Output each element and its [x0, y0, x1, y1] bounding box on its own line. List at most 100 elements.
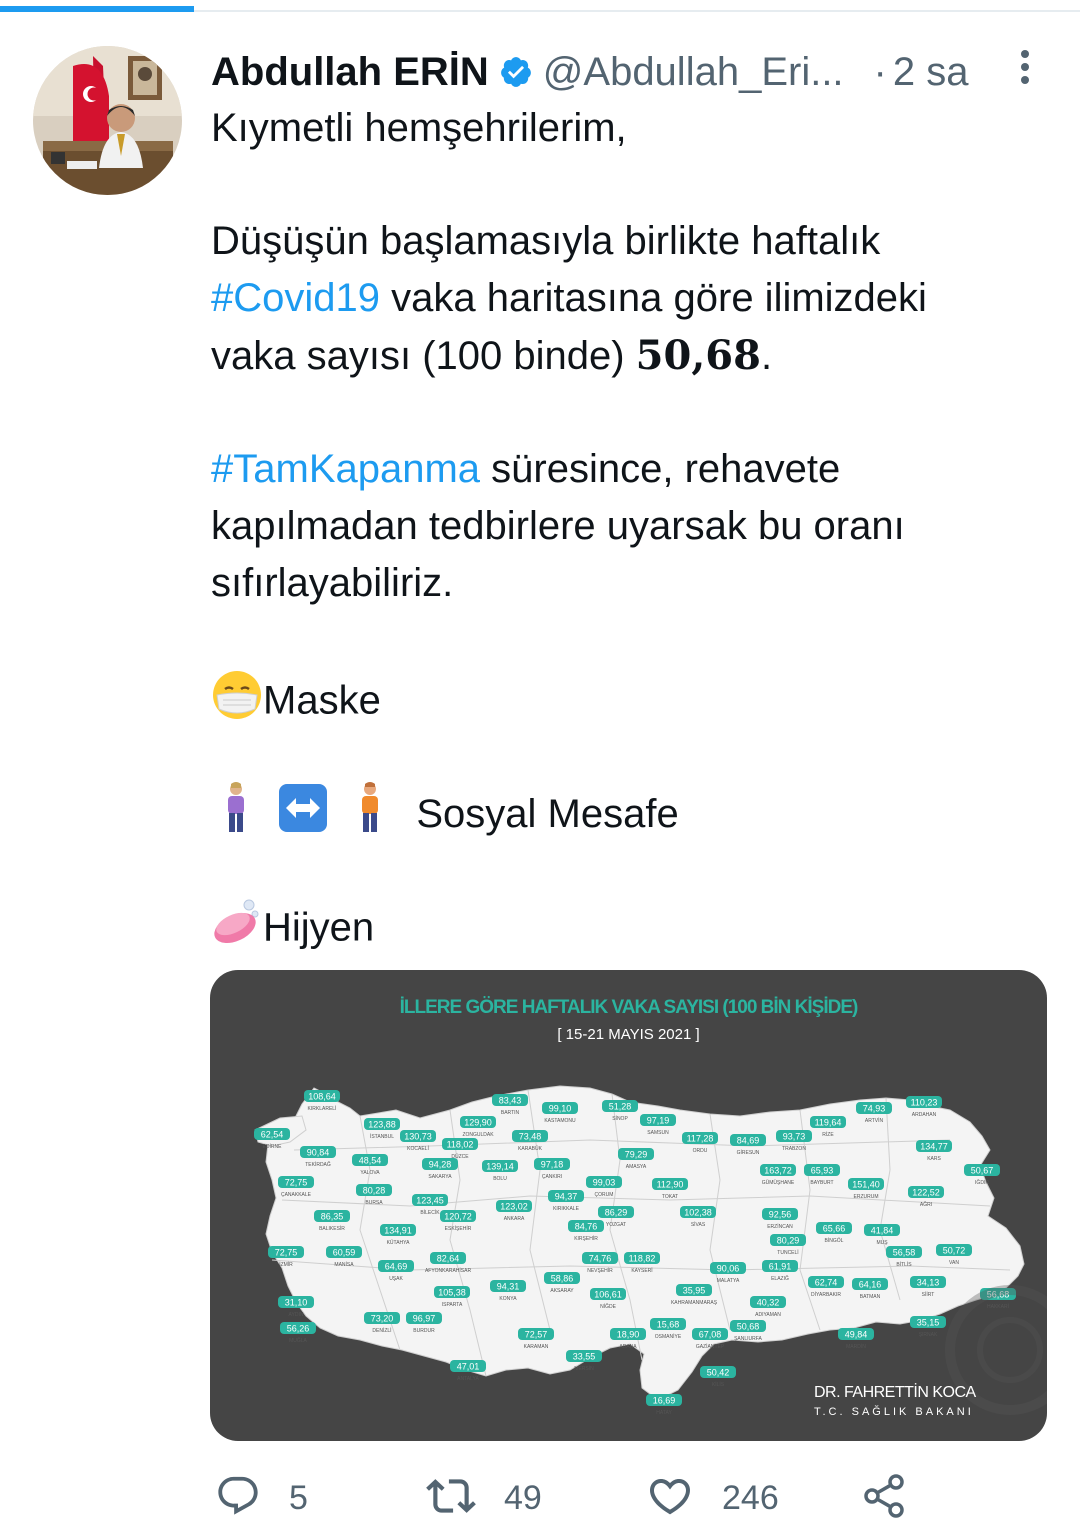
- province-name: AMASYA: [626, 1164, 647, 1170]
- province-value: 118,82: [629, 1254, 656, 1264]
- tweet-action-bar: 5 49 246: [0, 1470, 1080, 1530]
- province-name: HAKKARİ: [987, 1303, 1009, 1310]
- province-value: 120,72: [444, 1212, 472, 1222]
- province-value: 72,75: [285, 1178, 308, 1188]
- like-button[interactable]: 246: [646, 1470, 779, 1526]
- province-name: ANKARA: [504, 1216, 525, 1222]
- province-value: 64,16: [859, 1280, 882, 1290]
- province-value: 49,84: [845, 1330, 868, 1340]
- province-name: MALATYA: [717, 1278, 740, 1284]
- province-name: OSMANİYE: [655, 1333, 682, 1340]
- tweet-line: Kıymetli hemşehrilerim,: [211, 100, 627, 157]
- province-value: 94,37: [555, 1192, 578, 1202]
- tweet-text: vaka haritasına göre ilimizdeki: [380, 276, 927, 320]
- province-name: KİLİS: [712, 1381, 725, 1388]
- tweet-line: kapılmadan tedbirlere uyarsak bu oranı: [211, 498, 905, 555]
- author-handle[interactable]: @Abdullah_Eri...: [543, 50, 844, 95]
- province-name: BAYBURT: [810, 1180, 833, 1186]
- turkey-map: 108,64 KIRKLARELİ 62,54 EDİRNE 90,84 TEKİRDAĞ…: [254, 1085, 1047, 1416]
- person-standing-icon: [353, 782, 387, 850]
- province-name: ELAZIĞ: [771, 1275, 789, 1282]
- province-name: KASTAMONU: [544, 1118, 576, 1124]
- province-value: 73,20: [371, 1314, 394, 1324]
- province-value: 94,31: [497, 1282, 520, 1292]
- retweet-button[interactable]: 49: [426, 1470, 542, 1526]
- province-name: SİVAS: [691, 1221, 706, 1228]
- share-button[interactable]: [862, 1470, 908, 1526]
- tweet-text: Kıymetli hemşehrilerim,: [211, 106, 627, 150]
- province-value: 74,76: [589, 1254, 612, 1264]
- province-name: BARTIN: [501, 1110, 520, 1116]
- author-name[interactable]: Abdullah ERİN: [211, 50, 489, 95]
- province-name: VAN: [949, 1260, 959, 1266]
- province-name: UŞAK: [389, 1276, 403, 1282]
- signature-name: DR. FAHRETTİN KOCA: [814, 1384, 976, 1401]
- province-value: 83,43: [499, 1096, 522, 1106]
- province-value: 96,97: [413, 1314, 436, 1324]
- tweet-text: süresince, rehavete: [480, 447, 841, 491]
- signature-title: T.C. SAĞLIK BAKANI: [814, 1406, 974, 1418]
- province-name: MUĞLA: [289, 1337, 307, 1344]
- verified-badge-icon: [499, 55, 533, 89]
- tweet-text: .: [760, 334, 773, 378]
- province-value: 123,45: [416, 1196, 444, 1206]
- province-value: 123,02: [500, 1202, 528, 1212]
- hashtag-covid19[interactable]: #Covid19: [211, 276, 380, 320]
- province-value: 118,02: [447, 1140, 474, 1150]
- province-name: SAMSUN: [647, 1130, 669, 1136]
- reply-button[interactable]: 5: [215, 1470, 308, 1526]
- province-name: ERZURUM: [854, 1194, 879, 1200]
- province-value: 108,64: [308, 1092, 336, 1102]
- province-name: ZONGULDAK: [462, 1132, 494, 1138]
- province-value: 106,61: [594, 1290, 622, 1300]
- province-name: ARDAHAN: [912, 1112, 937, 1118]
- province-name: ERZİNCAN: [767, 1223, 793, 1230]
- province-value: 80,28: [363, 1186, 386, 1196]
- province-value: 35,95: [683, 1286, 706, 1296]
- province-value: 90,06: [717, 1264, 740, 1274]
- province-name: ANTALYA: [457, 1376, 479, 1382]
- province-value: 16,69: [653, 1396, 676, 1406]
- province-name: KONYA: [499, 1296, 517, 1302]
- province-name: ARTVİN: [865, 1117, 884, 1124]
- province-name: TRABZON: [782, 1146, 806, 1152]
- province-name: KARAMAN: [524, 1344, 549, 1350]
- tweet-header: Abdullah ERİN @Abdullah_Eri... · 2 sa: [211, 44, 1051, 100]
- province-name: DÜZCE: [451, 1153, 469, 1160]
- province-name: İSTANBUL: [370, 1133, 394, 1140]
- province-value: 97,18: [541, 1160, 564, 1170]
- province-name: NİĞDE: [600, 1303, 617, 1310]
- province-name: KARS: [927, 1156, 941, 1162]
- province-value: 65,93: [811, 1166, 834, 1176]
- province-name: GÜMÜŞHANE: [762, 1179, 795, 1186]
- province-name: SAKARYA: [428, 1174, 452, 1180]
- soap-icon: [211, 896, 263, 964]
- tweet-text: Sosyal Mesafe: [416, 791, 679, 836]
- separator-dot: ·: [873, 49, 887, 94]
- author-avatar[interactable]: [33, 46, 182, 195]
- province-name: ISPARTA: [442, 1302, 463, 1308]
- province-name: KAYSERİ: [631, 1267, 652, 1274]
- province-name: BURSA: [365, 1200, 383, 1206]
- tweet-text: kapılmadan tedbirlere uyarsak bu oranı: [211, 504, 905, 548]
- province-name: BATMAN: [860, 1294, 881, 1300]
- more-options-icon[interactable]: [1012, 47, 1038, 87]
- tweet-media-image[interactable]: İLLERE GÖRE HAFTALIK VAKA SAYISI (100 Bİ…: [210, 970, 1047, 1441]
- province-value: 93,73: [783, 1132, 806, 1142]
- province-name: AĞRI: [920, 1201, 932, 1208]
- province-value: 84,69: [737, 1136, 760, 1146]
- heart-icon: [646, 1472, 694, 1525]
- tweet-text: Düşüşün başlamasıyla birlikte haftalık: [211, 219, 881, 263]
- province-value: 82,64: [437, 1254, 460, 1264]
- province-name: KOCAELİ: [407, 1145, 429, 1152]
- province-value: 134,91: [384, 1226, 412, 1236]
- province-value: 163,72: [764, 1166, 792, 1176]
- province-value: 35,15: [917, 1318, 940, 1328]
- province-name: YOZGAT: [606, 1222, 626, 1228]
- province-name: MERSİN: [574, 1365, 594, 1372]
- tweet-timestamp[interactable]: 2 sa: [893, 50, 969, 95]
- province-value: 110,23: [911, 1098, 938, 1108]
- province-value: 58,86: [551, 1274, 574, 1284]
- province-value: 151,40: [852, 1180, 880, 1190]
- hashtag-tamkapanma[interactable]: #TamKapanma: [211, 447, 480, 491]
